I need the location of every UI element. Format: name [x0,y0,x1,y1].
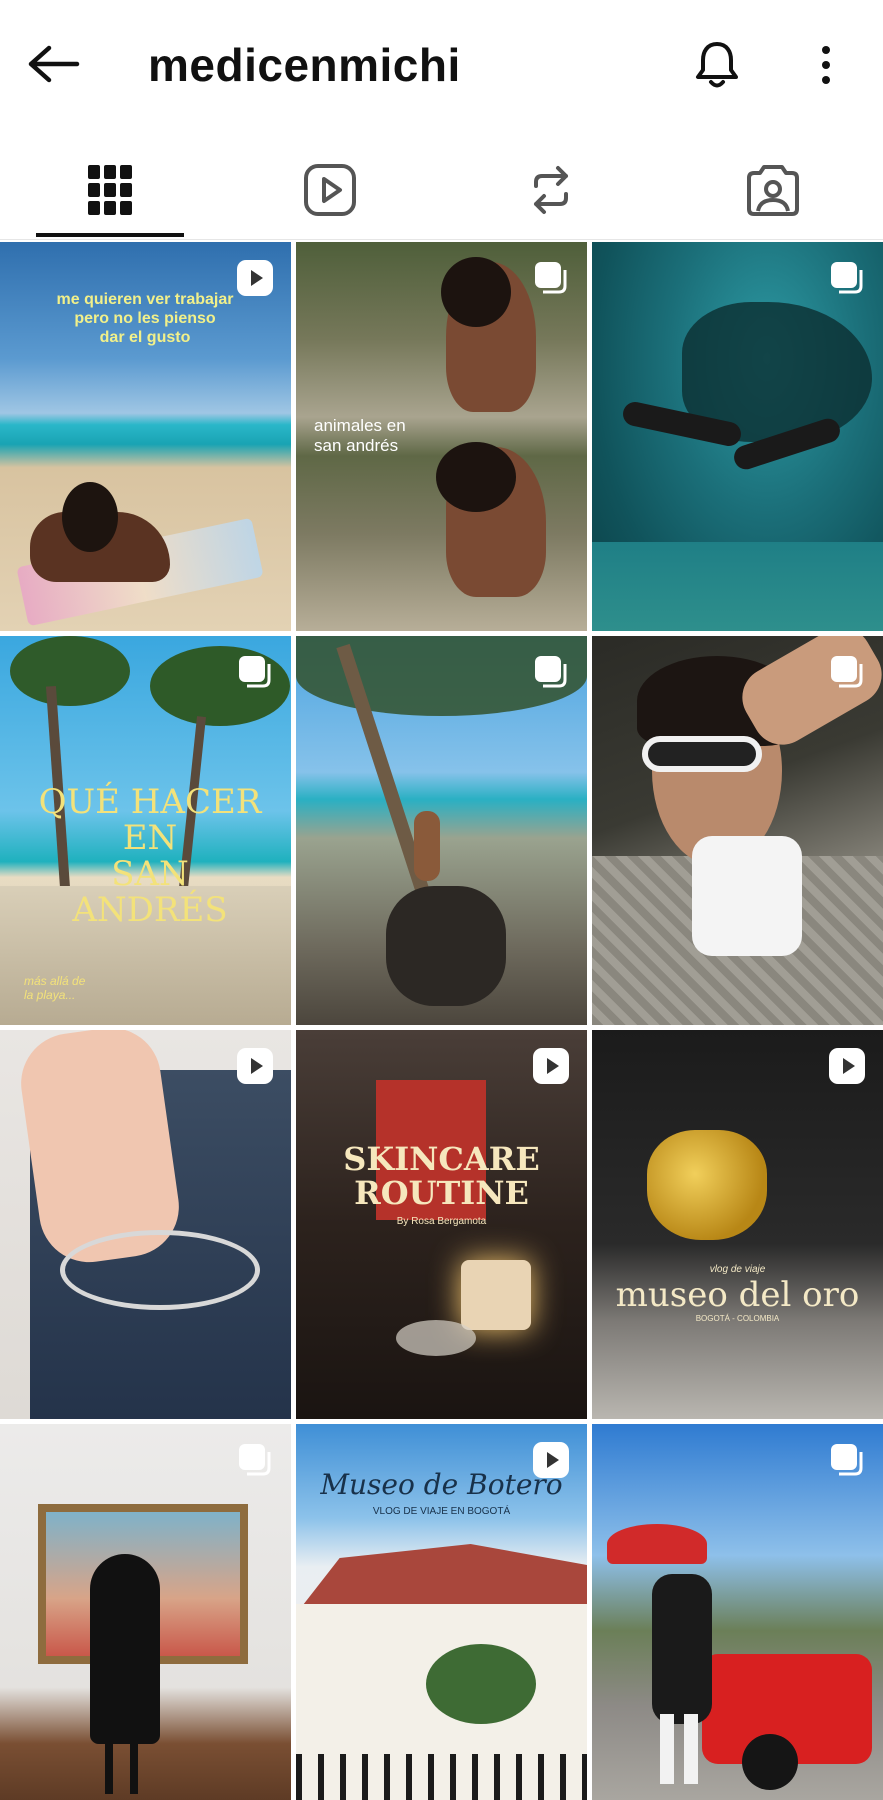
arrow-left-icon [28,45,80,83]
back-button[interactable] [24,38,84,90]
post-caption-line: animales en [314,416,406,435]
top-bar: medicenmichi [0,0,883,130]
post-tile[interactable] [0,1424,291,1800]
post-caption-line: la playa... [24,988,76,1002]
post-caption-line: SKINCARE [343,1140,540,1178]
post-tile[interactable]: Museo de Botero VLOG DE VIAJE EN BOGOTÁ [296,1424,587,1800]
post-caption-line: san andrés [314,436,399,455]
carousel-icon [535,656,567,688]
tab-tagged[interactable] [663,145,883,235]
repost-icon [534,166,568,214]
notifications-button[interactable] [688,36,746,94]
post-tile[interactable]: me quieren ver trabajar pero no les pien… [0,242,291,631]
reels-icon [304,164,356,216]
carousel-icon [831,1444,863,1476]
post-tile[interactable]: SKINCARE ROUTINE By Rosa Bergamota [296,1030,587,1419]
profile-username: medicenmichi [148,39,461,91]
post-tile[interactable]: QUÉ HACER EN SAN ANDRÉS más allá de la p… [0,636,291,1025]
post-caption-line: pero no les pienso [74,310,216,327]
post-caption-line: ROUTINE [354,1174,529,1212]
post-caption-line: me quieren ver trabajar [56,291,234,308]
tagged-icon [747,165,799,216]
post-tile[interactable]: vlog de viaje museo del oro BOGOTÁ - COL… [592,1030,883,1419]
post-caption-line: vlog de viaje [709,1264,766,1275]
post-caption-line: QUÉ HACER EN [38,782,262,858]
post-tile[interactable] [296,636,587,1025]
reel-icon [829,1048,865,1084]
post-caption-line: SAN ANDRÉS [72,854,228,930]
carousel-icon [831,262,863,294]
post-caption-line: museo del oro [615,1275,860,1315]
posts-grid: me quieren ver trabajar pero no les pien… [0,242,883,1800]
bell-icon [696,42,738,88]
reel-icon [533,1048,569,1084]
post-caption-line: dar el gusto [99,329,191,346]
post-caption-line: más allá de [24,974,86,988]
post-tile[interactable] [592,242,883,631]
carousel-icon [239,1444,271,1476]
more-vertical-icon [822,46,830,84]
reel-icon [237,260,273,296]
carousel-icon [239,656,271,688]
active-tab-indicator [36,233,184,237]
carousel-icon [831,656,863,688]
post-caption-line: VLOG DE VIAJE EN BOGOTÁ [372,1506,511,1517]
tabs-divider [0,239,883,240]
post-caption-line: BOGOTÁ - COLOMBIA [695,1314,780,1323]
post-tile[interactable] [592,636,883,1025]
reel-icon [533,1442,569,1478]
tab-posts[interactable] [0,145,220,235]
tab-reels[interactable] [220,145,440,235]
carousel-icon [535,262,567,294]
reel-icon [237,1048,273,1084]
tab-reposts[interactable] [441,145,661,235]
grid-icon [88,165,132,215]
more-options-button[interactable] [806,38,846,92]
post-tile[interactable]: animales en san andrés [296,242,587,631]
post-tile[interactable] [0,1030,291,1419]
post-tile[interactable] [592,1424,883,1800]
post-caption-line: By Rosa Bergamota [396,1216,487,1227]
profile-tabs [0,145,883,240]
